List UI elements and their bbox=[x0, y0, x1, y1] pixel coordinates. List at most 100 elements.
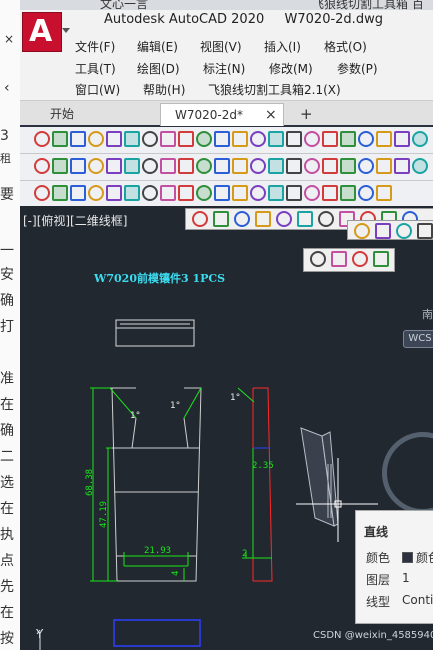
floating-tool-icon[interactable] bbox=[213, 211, 229, 227]
grid-tool-icon[interactable] bbox=[70, 131, 86, 147]
floating-tool-icon[interactable] bbox=[375, 223, 391, 239]
connect-tool-icon[interactable] bbox=[178, 185, 194, 201]
mirror-tool-icon[interactable] bbox=[268, 131, 284, 147]
pattern-tool-icon[interactable] bbox=[394, 158, 410, 174]
rotate-tool-icon[interactable] bbox=[196, 131, 212, 147]
floating-tool-icon[interactable] bbox=[417, 223, 433, 239]
extend-tool-icon[interactable] bbox=[304, 131, 320, 147]
explode-tool-icon[interactable] bbox=[376, 131, 392, 147]
menu-dimension[interactable]: 标注(N) bbox=[203, 60, 245, 77]
back-arrow-icon[interactable]: ‹ bbox=[4, 80, 10, 96]
menu-file[interactable]: 文件(F) bbox=[75, 38, 115, 55]
ungroup-tool-icon[interactable] bbox=[340, 158, 356, 174]
snap-tool-icon[interactable] bbox=[106, 185, 122, 201]
group-tool-icon[interactable] bbox=[322, 158, 338, 174]
export-tool-icon[interactable] bbox=[304, 185, 320, 201]
publish-tool-icon[interactable] bbox=[340, 185, 356, 201]
chamfer-tool-icon[interactable] bbox=[358, 131, 374, 147]
pan-tool-icon[interactable] bbox=[304, 158, 320, 174]
floating-tool-icon[interactable] bbox=[310, 251, 326, 267]
calc-tool-icon[interactable] bbox=[268, 158, 284, 174]
add-tab-button[interactable]: + bbox=[300, 103, 313, 125]
zoom-tool-icon[interactable] bbox=[286, 158, 302, 174]
floating-tool-icon[interactable] bbox=[352, 251, 368, 267]
xref-tool-icon[interactable] bbox=[358, 158, 374, 174]
floating-tool-icon[interactable] bbox=[318, 211, 334, 227]
chevron-down-icon[interactable] bbox=[62, 28, 70, 33]
match-tool-icon[interactable] bbox=[196, 158, 212, 174]
gradient-tool-icon[interactable] bbox=[124, 185, 140, 201]
wire-tool-icon[interactable] bbox=[70, 185, 86, 201]
measure-tool-icon[interactable] bbox=[250, 158, 266, 174]
menu-parametric[interactable]: 参数(P) bbox=[337, 60, 378, 77]
join-tool-icon[interactable] bbox=[340, 131, 356, 147]
close-icon[interactable]: × bbox=[4, 32, 14, 46]
swap-tool-icon[interactable] bbox=[196, 185, 212, 201]
region-tool-icon[interactable] bbox=[142, 158, 158, 174]
layer2-tool-icon[interactable] bbox=[160, 185, 176, 201]
stamp-tool-icon[interactable] bbox=[142, 185, 158, 201]
menu-tools[interactable]: 工具(T) bbox=[75, 60, 116, 77]
menu-format[interactable]: 格式(O) bbox=[324, 38, 367, 55]
browser-tab-label[interactable]: 飞狼线切割工具箱 百度 bbox=[312, 0, 433, 10]
menu-edit[interactable]: 编辑(E) bbox=[137, 38, 178, 55]
break-tool-icon[interactable] bbox=[322, 131, 338, 147]
menu-window[interactable]: 窗口(W) bbox=[75, 81, 120, 98]
tab-start[interactable]: 开始 bbox=[50, 103, 74, 125]
move-tool-icon[interactable] bbox=[178, 131, 194, 147]
polyline-tool-icon[interactable] bbox=[88, 131, 104, 147]
menu-help[interactable]: 帮助(H) bbox=[143, 81, 185, 98]
copy-tool-icon[interactable] bbox=[160, 158, 176, 174]
menu-insert[interactable]: 插入(I) bbox=[264, 38, 301, 55]
floating-tool-icon[interactable] bbox=[354, 223, 370, 239]
spline-tool-icon[interactable] bbox=[52, 131, 68, 147]
map-tool-icon[interactable] bbox=[250, 185, 266, 201]
grid2-tool-icon[interactable] bbox=[412, 158, 428, 174]
circle-tool-icon[interactable] bbox=[34, 131, 50, 147]
hatch-tool-icon[interactable] bbox=[70, 158, 86, 174]
stretch-tool-icon[interactable] bbox=[412, 131, 428, 147]
library-tool-icon[interactable] bbox=[34, 185, 50, 201]
floating-tool-icon[interactable] bbox=[396, 223, 412, 239]
layer-tool-icon[interactable] bbox=[214, 158, 230, 174]
floating-tool-icon[interactable] bbox=[192, 211, 208, 227]
gear-icon[interactable] bbox=[52, 185, 68, 201]
menu-modify[interactable]: 修改(M) bbox=[269, 60, 313, 77]
text-tool-icon[interactable] bbox=[88, 158, 104, 174]
trim-tool-icon[interactable] bbox=[214, 131, 230, 147]
floating-tool-icon[interactable] bbox=[255, 211, 271, 227]
paint-tool-icon[interactable] bbox=[232, 185, 248, 201]
point-tool-icon[interactable] bbox=[124, 158, 140, 174]
tab-w7020-2d[interactable]: W7020-2d* × bbox=[160, 103, 284, 126]
menu-view[interactable]: 视图(V) bbox=[200, 38, 242, 55]
render-tool-icon[interactable] bbox=[358, 185, 374, 201]
browser-tab-label[interactable]: 文心一言 bbox=[100, 0, 148, 10]
dimension-tool-icon[interactable] bbox=[124, 131, 140, 147]
offset-tool-icon[interactable] bbox=[250, 131, 266, 147]
properties-tool-icon[interactable] bbox=[232, 158, 248, 174]
light-tool-icon[interactable] bbox=[376, 185, 392, 201]
floating-tool-icon[interactable] bbox=[373, 251, 389, 267]
print-tool-icon[interactable] bbox=[322, 185, 338, 201]
floating-tool-icon[interactable] bbox=[331, 251, 347, 267]
block-tool-icon[interactable] bbox=[34, 158, 50, 174]
image-tool-icon[interactable] bbox=[376, 158, 392, 174]
wcs-button[interactable]: WCS bbox=[403, 330, 433, 348]
bowl-tool-icon[interactable] bbox=[286, 185, 302, 201]
floating-tool-icon[interactable] bbox=[276, 211, 292, 227]
line-tool-icon[interactable] bbox=[160, 131, 176, 147]
menu-draw[interactable]: 绘图(D) bbox=[137, 60, 180, 77]
insert-tool-icon[interactable] bbox=[52, 158, 68, 174]
scale-tool-icon[interactable] bbox=[394, 131, 410, 147]
add-tool-icon[interactable] bbox=[88, 185, 104, 201]
filter-tool-icon[interactable] bbox=[214, 185, 230, 201]
table-tool-icon[interactable] bbox=[106, 158, 122, 174]
drill-tool-icon[interactable] bbox=[268, 185, 284, 201]
paste-tool-icon[interactable] bbox=[178, 158, 194, 174]
pencil-tool-icon[interactable] bbox=[142, 131, 158, 147]
floating-tool-icon[interactable] bbox=[297, 211, 313, 227]
close-icon[interactable]: × bbox=[265, 104, 277, 126]
fillet-tool-icon[interactable] bbox=[106, 131, 122, 147]
floating-tool-icon[interactable] bbox=[234, 211, 250, 227]
target-tool-icon[interactable] bbox=[232, 131, 248, 147]
